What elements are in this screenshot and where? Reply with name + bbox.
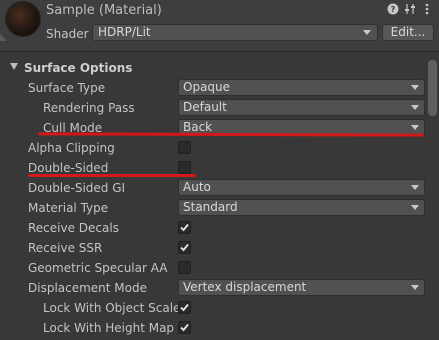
double-sided-gi-dropdown[interactable]: Auto bbox=[178, 179, 425, 196]
displacement-mode-dropdown[interactable]: Vertex displacement bbox=[178, 279, 425, 296]
property-label: Rendering Pass bbox=[43, 101, 135, 115]
chevron-down-icon bbox=[411, 85, 419, 90]
chevron-down-icon bbox=[411, 285, 419, 290]
geometric-specular-aa-checkbox[interactable] bbox=[178, 261, 191, 274]
chevron-down-icon bbox=[411, 205, 419, 210]
property-row-receive-decals: Receive Decals bbox=[0, 218, 425, 238]
property-label: Receive SSR bbox=[28, 241, 103, 255]
property-label: Double-Sided GI bbox=[28, 181, 126, 195]
dropdown-value: Standard bbox=[183, 200, 238, 214]
property-label: Lock With Height Map T bbox=[43, 321, 186, 335]
checkmark-icon bbox=[180, 223, 189, 232]
property-label: Material Type bbox=[28, 201, 109, 215]
surface-type-dropdown[interactable]: Opaque bbox=[178, 79, 425, 96]
dropdown-value: Vertex displacement bbox=[183, 280, 307, 294]
shader-label: Shader bbox=[46, 27, 89, 41]
chevron-down-icon bbox=[363, 30, 371, 35]
property-label: Geometric Specular AA bbox=[28, 261, 168, 275]
property-row-double-sided-gi: Double-Sided GI Auto bbox=[0, 178, 425, 198]
lock-with-height-map-t-checkbox[interactable] bbox=[178, 321, 191, 334]
header-divider bbox=[0, 51, 439, 52]
property-row-alpha-clipping: Alpha Clipping bbox=[0, 138, 425, 158]
rendering-pass-dropdown[interactable]: Default bbox=[178, 99, 425, 116]
checkmark-icon bbox=[180, 323, 189, 332]
annotation-underline-double-sided bbox=[28, 174, 196, 177]
sliders-icon[interactable] bbox=[404, 3, 416, 15]
property-label: Double-Sided bbox=[28, 161, 109, 175]
material-type-dropdown[interactable]: Standard bbox=[178, 199, 425, 216]
shader-dropdown[interactable]: HDRP/Lit bbox=[92, 24, 378, 41]
dropdown-value: Opaque bbox=[183, 80, 231, 94]
chevron-down-icon bbox=[411, 185, 419, 190]
property-row-displacement-mode: Displacement Mode Vertex displacement bbox=[0, 278, 425, 298]
property-row-lock-with-object-scale: Lock With Object Scale bbox=[0, 298, 425, 318]
material-title: Sample (Material) bbox=[46, 3, 162, 18]
material-preview-thumbnail[interactable] bbox=[6, 2, 40, 36]
section-title: Surface Options bbox=[24, 61, 133, 75]
dropdown-value: Auto bbox=[183, 180, 211, 194]
dropdown-value: Default bbox=[183, 100, 227, 114]
double-sided-checkbox[interactable] bbox=[178, 161, 191, 174]
more-icon[interactable] bbox=[421, 3, 433, 15]
property-row-material-type: Material Type Standard bbox=[0, 198, 425, 218]
checkmark-icon bbox=[180, 303, 189, 312]
property-row-rendering-pass: Rendering Pass Default bbox=[0, 98, 425, 118]
property-label: Displacement Mode bbox=[28, 281, 148, 295]
property-row-lock-with-height-map-t: Lock With Height Map T bbox=[0, 318, 425, 338]
lock-with-object-scale-checkbox[interactable] bbox=[178, 301, 191, 314]
property-label: Lock With Object Scale bbox=[43, 301, 181, 315]
preview-fold-icon[interactable] bbox=[0, 34, 7, 41]
checkmark-icon bbox=[180, 243, 189, 252]
alpha-clipping-checkbox[interactable] bbox=[178, 141, 191, 154]
surface-options-section-header[interactable]: Surface Options bbox=[0, 58, 439, 78]
header-icons: ? bbox=[387, 3, 433, 15]
edit-shader-button[interactable]: Edit... bbox=[382, 24, 434, 41]
property-label: Receive Decals bbox=[28, 221, 119, 235]
property-row-receive-ssr: Receive SSR bbox=[0, 238, 425, 258]
help-icon[interactable]: ? bbox=[387, 3, 399, 15]
chevron-down-icon bbox=[411, 105, 419, 110]
svg-text:?: ? bbox=[391, 5, 396, 14]
receive-decals-checkbox[interactable] bbox=[178, 221, 191, 234]
receive-ssr-checkbox[interactable] bbox=[178, 241, 191, 254]
property-label: Alpha Clipping bbox=[28, 141, 115, 155]
property-row-geometric-specular-aa: Geometric Specular AA bbox=[0, 258, 425, 278]
shader-value: HDRP/Lit bbox=[98, 25, 151, 39]
property-label: Surface Type bbox=[28, 81, 106, 95]
material-header: Sample (Material) ? Shader HDRP/Lit Edit… bbox=[0, 0, 439, 51]
fold-expanded-icon bbox=[10, 63, 18, 70]
scrollbar-thumb[interactable] bbox=[428, 60, 437, 116]
chevron-down-icon bbox=[411, 125, 419, 130]
property-row-surface-type: Surface Type Opaque bbox=[0, 78, 425, 98]
